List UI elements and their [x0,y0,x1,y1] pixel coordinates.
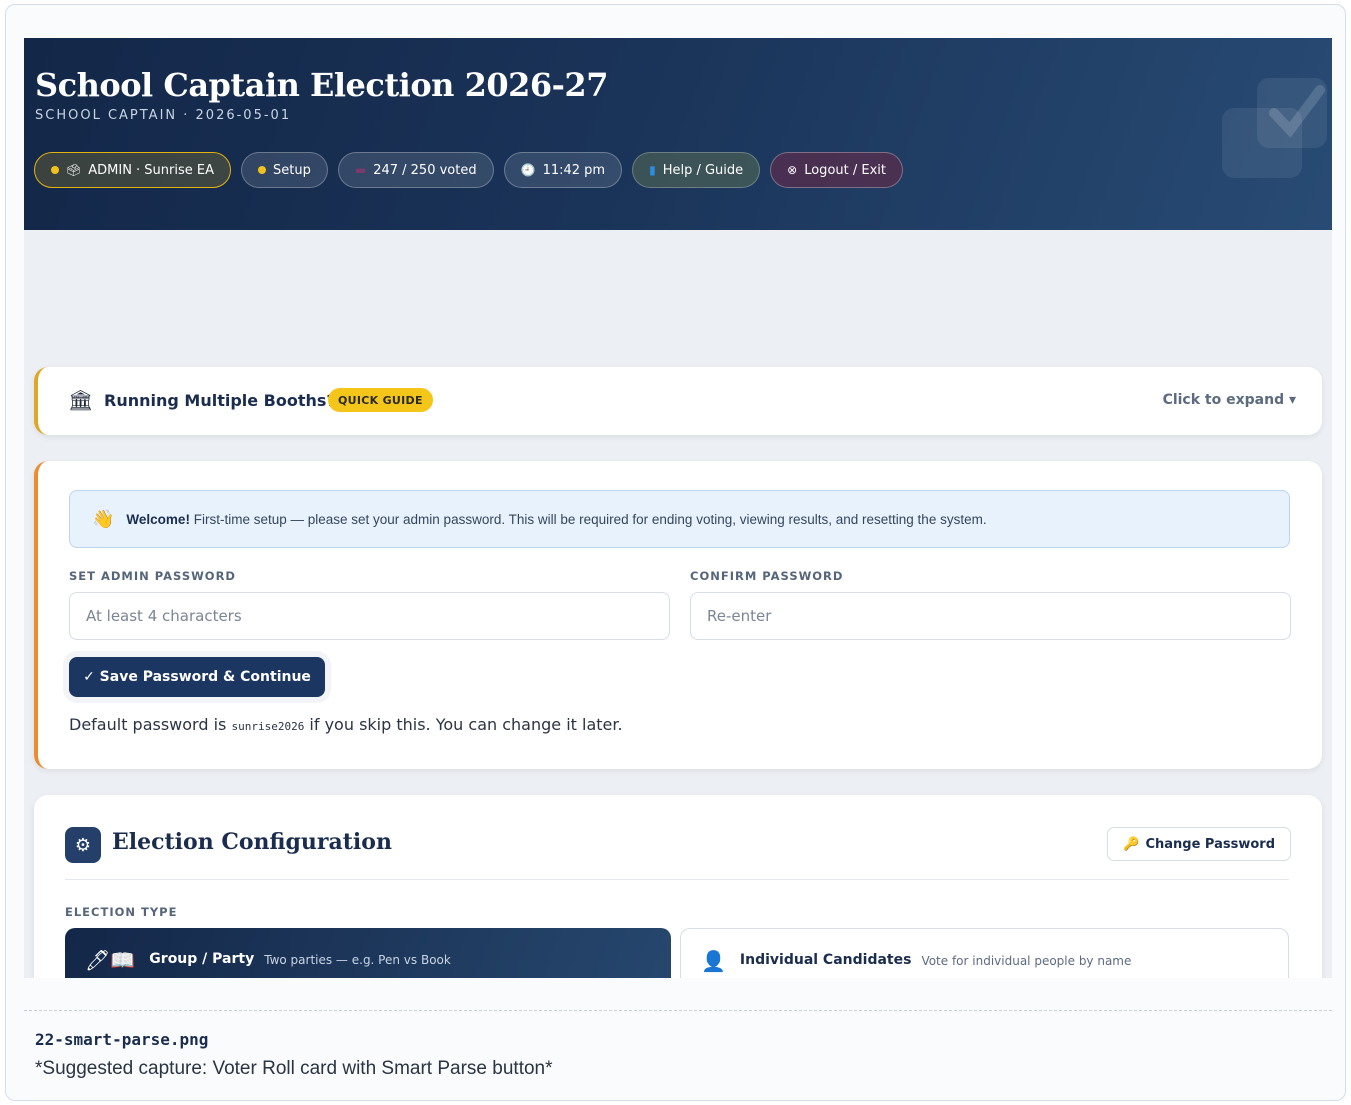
caption-text: *Suggested capture: Voter Roll card with… [35,1058,553,1079]
confirm-password-input[interactable] [690,592,1291,640]
default-suffix: if you skip this. You can change it late… [309,715,623,734]
admin-pill-label: ADMIN · Sunrise EA [88,162,215,178]
welcome-bold: Welcome! [126,511,190,527]
option-name: Individual Candidates [739,952,912,968]
section-divider [65,879,1289,880]
header-pills: 🗳 ADMIN · Sunrise EA Setup ▬ 247 / 250 v… [34,152,903,188]
page-subtitle: SCHOOL CAPTAIN · 2026-05-01 [35,108,292,123]
setup-pill[interactable]: Setup [241,152,328,188]
app-viewport: School Captain Election 2026-27 SCHOOL C… [24,38,1332,978]
default-prefix: Default password is [69,715,227,734]
key-icon: 🔑 [1123,836,1140,852]
admin-pill[interactable]: 🗳 ADMIN · Sunrise EA [34,152,232,188]
circle-x-icon: ⊗ [787,163,798,177]
status-dot-icon [258,166,267,174]
page-title: School Captain Election 2026-27 [35,66,608,104]
election-type-label: ELECTION TYPE [65,905,178,919]
save-password-button[interactable]: ✓ Save Password & Continue [69,657,325,697]
book-icon: ▮ [649,163,656,177]
password-setup-card: 👋 Welcome! First-time setup — please set… [34,461,1322,769]
bank-icon: 🏛 [68,390,94,412]
time-pill: 🕘 11:42 pm [503,152,623,188]
logout-button[interactable]: ⊗ Logout / Exit [770,152,903,188]
person-icon: 👤 [701,949,726,973]
ballot-icon: ▬ [354,163,367,177]
password-label: SET ADMIN PASSWORD [69,569,236,583]
ballot-box-icon: 🗳 [66,163,82,177]
default-password-value: sunrise2026 [231,720,305,733]
change-password-label: Change Password [1145,836,1275,852]
booths-title: Running Multiple Booths? [104,391,336,410]
time-pill-label: 11:42 pm [542,162,606,178]
caption-divider [24,1010,1332,1011]
caption-filename: 22-smart-parse.png [35,1030,209,1049]
waving-hand-icon: 👋 [92,508,115,529]
multiple-booths-card[interactable]: 🏛 Running Multiple Booths? QUICK GUIDE C… [34,367,1322,435]
welcome-text: First-time setup — please set your admin… [193,511,987,527]
logout-button-label: Logout / Exit [804,162,886,178]
votes-pill-label: 247 / 250 voted [373,162,477,178]
app-header: School Captain Election 2026-27 SCHOOL C… [24,38,1332,230]
config-title: Election Configuration [112,829,392,855]
checkbox-watermark-icon [1222,78,1327,178]
help-button-label: Help / Guide [662,162,744,178]
expand-toggle[interactable]: Click to expand ▾ [1163,392,1296,408]
pen-book-icon: 🖊📖 [85,948,136,972]
welcome-message: Welcome! First-time setup — please set y… [126,512,986,527]
option-desc: Vote for individual people by name [921,954,1132,968]
option-name: Group / Party [149,951,255,967]
status-dot-icon [51,166,59,174]
admin-password-input[interactable] [69,592,670,640]
election-configuration-card: ⚙ Election Configuration 🔑 Change Passwo… [34,795,1322,978]
option-desc: Two parties — e.g. Pen vs Book [264,953,451,967]
gear-icon: ⚙ [65,827,101,863]
option-group-party[interactable]: 🖊📖 Group / Party Two parties — e.g. Pen … [65,928,671,978]
confirm-password-label: CONFIRM PASSWORD [690,569,844,583]
change-password-button[interactable]: 🔑 Change Password [1107,827,1291,861]
welcome-banner: 👋 Welcome! First-time setup — please set… [69,490,1290,548]
option-individual-candidates[interactable]: 👤 Individual Candidates Vote for individ… [680,928,1289,978]
help-button[interactable]: ▮ Help / Guide [632,152,761,188]
default-password-note: Default password is sunrise2026 if you s… [69,715,623,734]
clock-icon: 🕘 [520,163,536,177]
votes-pill: ▬ 247 / 250 voted [337,152,494,188]
quick-guide-badge: QUICK GUIDE [328,388,433,412]
setup-pill-label: Setup [273,162,311,178]
